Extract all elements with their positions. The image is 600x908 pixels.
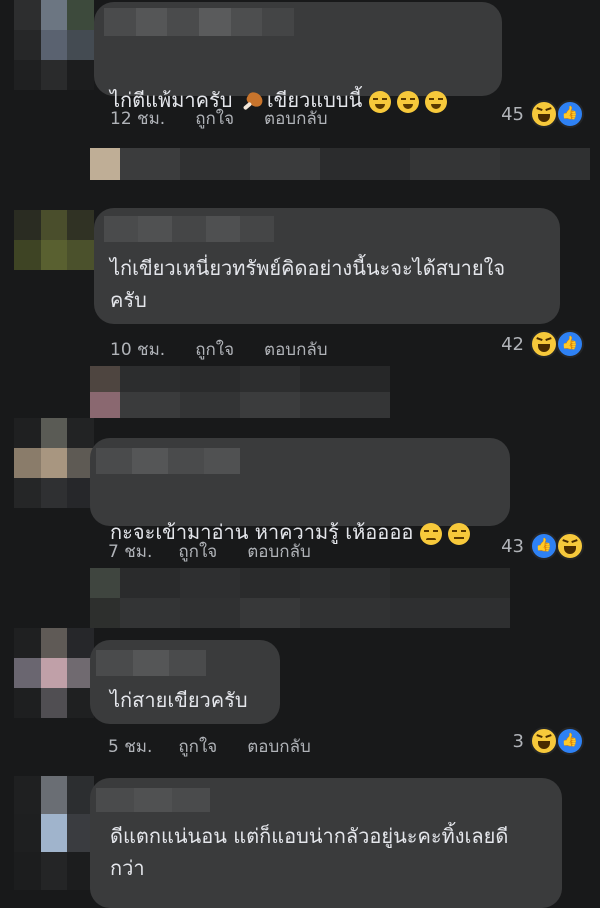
like-reaction-icon[interactable]: 👍 — [556, 100, 584, 128]
comment-text: ไก่เขียวเหนี่ยวทรัพย์คิดอย่างนี้นะจะได้ส… — [110, 256, 506, 312]
avatar[interactable] — [14, 628, 94, 718]
comment-meta: 12 ชม. ถูกใจ ตอบกลับ — [110, 105, 328, 132]
like-button[interactable]: ถูกใจ — [195, 336, 234, 363]
comment-meta: 7 ชม. ถูกใจ ตอบกลับ — [108, 538, 311, 565]
like-button[interactable]: ถูกใจ — [195, 105, 234, 132]
reply-preview[interactable] — [90, 148, 590, 180]
comment-meta: 5 ชม. ถูกใจ ตอบกลับ — [108, 733, 311, 760]
commenter-name[interactable] — [96, 650, 206, 676]
comment-text: ไก่สายเขียวครับ — [110, 688, 248, 712]
reaction-count[interactable]: 3 — [480, 731, 524, 752]
comment-time[interactable]: 7 ชม. — [108, 538, 152, 565]
reply-preview[interactable] — [90, 568, 510, 628]
expressionless-face-emoji-icon — [447, 522, 470, 545]
reply-button[interactable]: ตอบกลับ — [264, 336, 328, 363]
comment-time[interactable]: 10 ชม. — [110, 336, 165, 363]
commenter-name[interactable] — [104, 216, 274, 242]
reaction-count[interactable]: 43 — [480, 536, 524, 557]
reaction-count[interactable]: 42 — [480, 334, 524, 355]
avatar[interactable] — [14, 0, 94, 90]
avatar[interactable] — [14, 418, 94, 508]
reaction-count[interactable]: 45 — [480, 104, 524, 125]
comment-time[interactable]: 12 ชม. — [110, 105, 165, 132]
commenter-name[interactable] — [96, 788, 210, 812]
reply-button[interactable]: ตอบกลับ — [264, 105, 328, 132]
reply-button[interactable]: ตอบกลับ — [247, 733, 311, 760]
avatar[interactable] — [14, 210, 94, 270]
grinning-squinting-emoji-icon — [424, 90, 447, 113]
like-button[interactable]: ถูกใจ — [178, 733, 217, 760]
like-reaction-icon[interactable]: 👍 — [556, 727, 584, 755]
commenter-name[interactable] — [96, 448, 240, 474]
grinning-squinting-emoji-icon — [368, 90, 391, 113]
worried-face-emoji-icon — [419, 522, 442, 545]
grinning-squinting-emoji-icon — [396, 90, 419, 113]
haha-reaction-icon[interactable] — [530, 100, 558, 128]
comment-time[interactable]: 5 ชม. — [108, 733, 152, 760]
comment-meta: 10 ชม. ถูกใจ ตอบกลับ — [110, 336, 328, 363]
reply-preview[interactable] — [90, 366, 390, 418]
like-reaction-icon[interactable]: 👍 — [530, 532, 558, 560]
commenter-name[interactable] — [104, 8, 294, 36]
comment-text: ดีแตกแน่นอน แต่ก็แอบน่ากลัวอยู่นะคะทิ้งเ… — [110, 824, 509, 880]
like-button[interactable]: ถูกใจ — [178, 538, 217, 565]
avatar[interactable] — [14, 776, 94, 890]
reply-button[interactable]: ตอบกลับ — [247, 538, 311, 565]
like-reaction-icon[interactable]: 👍 — [556, 330, 584, 358]
haha-reaction-icon[interactable] — [530, 727, 558, 755]
haha-reaction-icon[interactable] — [530, 330, 558, 358]
haha-reaction-icon[interactable] — [556, 532, 584, 560]
